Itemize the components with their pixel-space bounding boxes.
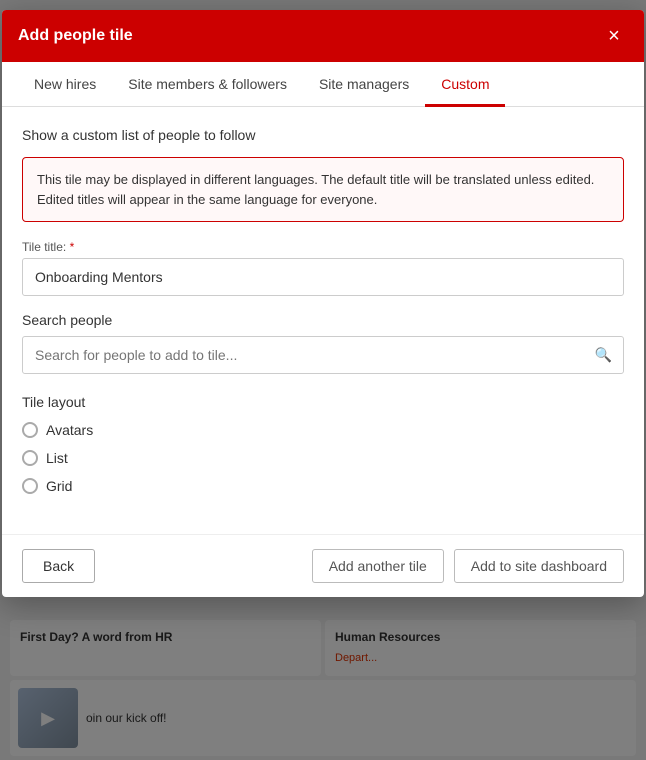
layout-grid-radio[interactable] [22,478,38,494]
layout-radio-group: Avatars List Grid [22,422,624,494]
modal-close-button[interactable]: × [600,22,628,50]
tile-layout-label: Tile layout [22,394,624,410]
required-indicator: * [70,240,75,254]
layout-avatars[interactable]: Avatars [22,422,624,438]
back-button[interactable]: Back [22,549,95,583]
modal-body: Show a custom list of people to follow T… [2,107,644,534]
tabs-container: New hires Site members & followers Site … [2,62,644,107]
tab-custom[interactable]: Custom [425,62,505,107]
search-people-input[interactable] [22,336,624,374]
modal-overlay: Add people tile × New hires Site members… [0,0,646,760]
layout-list-radio[interactable] [22,450,38,466]
search-people-label: Search people [22,312,624,328]
modal-header: Add people tile × [2,10,644,62]
section-label: Show a custom list of people to follow [22,127,624,143]
add-another-tile-button[interactable]: Add another tile [312,549,444,583]
search-wrapper: 🔍 [22,336,624,374]
tile-title-field: Tile title: * [22,240,624,296]
layout-grid-label: Grid [46,478,72,494]
layout-list[interactable]: List [22,450,624,466]
add-to-dashboard-button[interactable]: Add to site dashboard [454,549,624,583]
modal-title: Add people tile [18,27,133,45]
tab-new-hires[interactable]: New hires [18,62,112,107]
modal-footer: Back Add another tile Add to site dashbo… [2,534,644,597]
add-people-tile-modal: Add people tile × New hires Site members… [2,10,644,597]
tile-title-input[interactable] [22,258,624,296]
warning-box: This tile may be displayed in different … [22,157,624,222]
layout-list-label: List [46,450,68,466]
tab-site-managers[interactable]: Site managers [303,62,425,107]
search-icon: 🔍 [595,347,612,364]
layout-grid[interactable]: Grid [22,478,624,494]
tab-site-members[interactable]: Site members & followers [112,62,303,107]
layout-avatars-label: Avatars [46,422,93,438]
footer-right-buttons: Add another tile Add to site dashboard [312,549,624,583]
warning-text: This tile may be displayed in different … [37,170,609,209]
tile-title-label: Tile title: * [22,240,624,254]
layout-avatars-radio[interactable] [22,422,38,438]
